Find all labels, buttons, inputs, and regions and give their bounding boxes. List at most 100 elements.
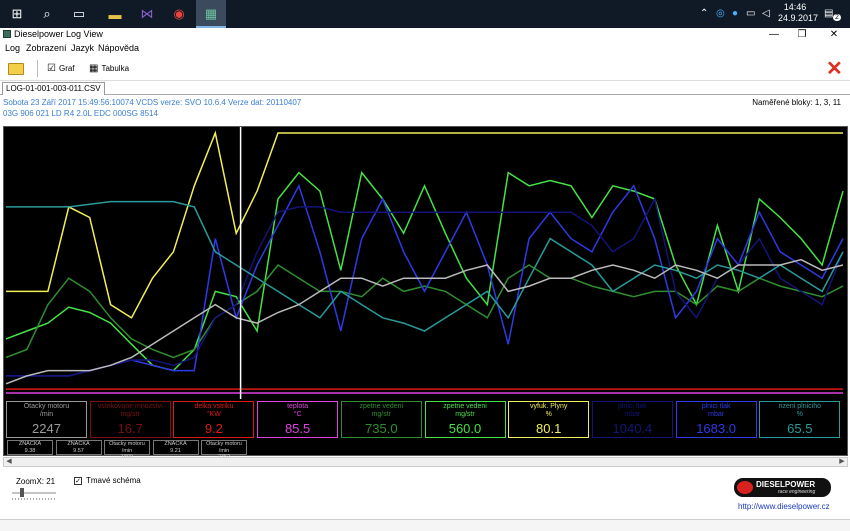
gauge-name: plnici tlak: [701, 403, 731, 410]
logo-subtitle: race engineering: [778, 489, 816, 495]
skype-icon[interactable]: ●: [732, 8, 738, 19]
graph-label: Graf: [58, 64, 75, 73]
marker-label: Otacky motoru /min: [109, 441, 145, 454]
log-info-line2: 03G 906 021 LD R4 2.0L EDC 000SG 8514: [3, 109, 158, 118]
visual-studio-icon[interactable]: ⋈: [136, 4, 158, 24]
close-button[interactable]: ✕: [820, 28, 848, 41]
gauge-value: 560.0: [448, 421, 482, 436]
log-info: Sobota 23 Září 2017 15:49:56:10074 VCDS …: [0, 96, 850, 122]
gauge-name: teplota: [287, 403, 309, 410]
gauge-value: 9.2: [204, 421, 223, 436]
logo-badge-icon: [737, 481, 753, 494]
gauge-7[interactable]: plnici tlak mbar 1040.4: [591, 401, 673, 438]
tray-clock[interactable]: 14:46 24.9.2017: [778, 2, 819, 24]
gauge-9[interactable]: rizeni plniciho% 65.5: [759, 401, 841, 438]
gauge-4[interactable]: zpetne vedeni mg/str 735.0: [340, 401, 422, 438]
marker-value: 9.38: [24, 447, 36, 454]
task-view-icon[interactable]: ▭: [68, 4, 90, 24]
menu-view[interactable]: Zobrazení: [26, 43, 67, 53]
table-button[interactable]: ▦ Tabulka: [89, 60, 129, 77]
chrome-icon[interactable]: ◉: [168, 4, 190, 24]
menu-help[interactable]: Nápověda: [98, 43, 139, 53]
series-line-6: [5, 258, 844, 385]
gauge-name: vstrikovane mnozstvi: [97, 403, 163, 410]
series-line-5: [6, 200, 844, 332]
gauge-name: Otacky motoru: [23, 403, 70, 410]
start-icon[interactable]: ⊞: [6, 4, 28, 24]
notification-count: 2: [833, 14, 841, 21]
marker-box-0: ZNACKA 9.38: [7, 440, 53, 455]
marker-box-1: ZNACKA 9.57: [55, 440, 102, 455]
gauge-unit: %: [545, 411, 552, 418]
gauge-name: vyfuk. Plyny: [530, 403, 568, 410]
graph-icon: ☑: [47, 63, 56, 74]
marker-box-2: Otacky motoru /min1890: [104, 440, 150, 460]
dark-scheme-checkbox[interactable]: ✓: [74, 476, 82, 485]
app-icon: [3, 30, 11, 38]
graph-button[interactable]: ☑ Graf: [47, 60, 75, 77]
dieselpower-taskbar-icon: ▦: [204, 6, 218, 21]
gauge-unit: mbar: [624, 411, 641, 418]
log-chart[interactable]: Otacky motoru/min 2247 vstrikovane mnozstv…: [3, 126, 848, 460]
gauge-unit: %: [796, 411, 803, 418]
zoom-slider[interactable]: [10, 487, 58, 501]
scroll-right-icon[interactable]: ▶: [837, 458, 847, 466]
gauge-name: delka vstriku: [194, 403, 234, 410]
battery-icon[interactable]: ▭: [746, 8, 755, 19]
gauge-value: 2247: [32, 421, 61, 436]
marker-value: 9.21: [170, 447, 181, 454]
marker-value: 9.57: [73, 447, 84, 454]
tab-file[interactable]: LOG-01-001-003-011.CSV: [2, 82, 105, 95]
menu-log[interactable]: Log: [5, 43, 20, 53]
tray-date: 24.9.2017: [778, 13, 819, 23]
website-link[interactable]: http://www.dieselpower.cz: [738, 502, 830, 511]
gauge-0[interactable]: Otacky motoru/min 2247: [6, 401, 87, 438]
scroll-left-icon[interactable]: ◀: [4, 458, 14, 466]
menu-language[interactable]: Jazyk: [71, 43, 94, 53]
log-info-line1: Sobota 23 Září 2017 15:49:56:10074 VCDS …: [3, 98, 302, 107]
close-log-icon[interactable]: ✕: [826, 56, 843, 81]
horizontal-scrollbar[interactable]: ◀ ▶: [3, 457, 848, 467]
gauge-name: zpetne vedeni: [443, 403, 487, 410]
search-icon[interactable]: ⌕: [36, 4, 58, 24]
gauge-value: 1683.0: [696, 421, 736, 436]
gauge-unit: /min: [39, 411, 54, 418]
logo-text: DIESELPOWER: [756, 480, 816, 489]
measured-blocks: Naměřené bloky: 1, 3, 11: [752, 98, 841, 107]
dark-scheme-option[interactable]: ✓ Tmavé schéma: [74, 476, 141, 485]
marker-label: Otacky motoru /min: [206, 441, 242, 454]
gauge-value: 85.5: [284, 421, 311, 436]
open-folder-button[interactable]: [8, 60, 24, 77]
gauge-value: 16.7: [117, 421, 143, 436]
network-icon[interactable]: ◎: [716, 8, 725, 19]
gauge-8[interactable]: plnici tlak mbar 1683.0: [675, 401, 757, 438]
gauge-2[interactable]: delka vstriku °KW 9.2: [173, 401, 255, 438]
gauge-unit: mbar: [708, 411, 725, 418]
marker-box-4: Otacky motoru /min2352: [201, 440, 247, 460]
gauge-unit: °C: [293, 411, 302, 418]
volume-icon[interactable]: ◁: [762, 8, 770, 19]
minimize-button[interactable]: —: [760, 28, 788, 41]
folder-icon: [8, 62, 24, 75]
dieselpower-logo: DIESELPOWER race engineering: [734, 478, 831, 497]
gauge-1[interactable]: vstrikovane mnozstvi mg/str 16.7: [89, 401, 171, 438]
gauge-unit: mg/str: [120, 411, 140, 418]
gauge-3[interactable]: teplota °C 85.5: [257, 401, 339, 438]
gauge-unit: °KW: [206, 411, 221, 418]
file-explorer-icon[interactable]: ▬: [104, 4, 126, 24]
gauge-6[interactable]: vyfuk. Plyny% 80.1: [508, 401, 590, 438]
menu-bar: Log Zobrazení Jazyk Nápověda: [0, 42, 850, 55]
zoom-label: ZoomX: 21: [16, 477, 56, 486]
maximize-button[interactable]: ❐: [788, 28, 816, 41]
gauge-value: 80.1: [536, 421, 562, 436]
gauge-name: rizeni plniciho: [778, 403, 821, 410]
window-title: Dieselpower Log View: [14, 29, 103, 39]
active-app-slot[interactable]: ▦: [196, 0, 226, 28]
tab-strip: LOG-01-001-003-011.CSV: [0, 82, 850, 95]
dark-scheme-label: Tmavé schéma: [86, 476, 141, 485]
gauge-5[interactable]: zpetne vedeni mg/str 560.0: [424, 401, 506, 438]
gauge-value: 65.5: [787, 421, 813, 436]
taskbar: ⊞ ⌕ ▭ ▬ ⋈ ◉ ▦ ⌃ ◎ ● ▭ ◁ 14:46 24.9.2017 …: [0, 0, 850, 28]
chevron-up-icon[interactable]: ⌃: [700, 8, 708, 19]
gauge-unit: mg/str: [455, 411, 475, 418]
